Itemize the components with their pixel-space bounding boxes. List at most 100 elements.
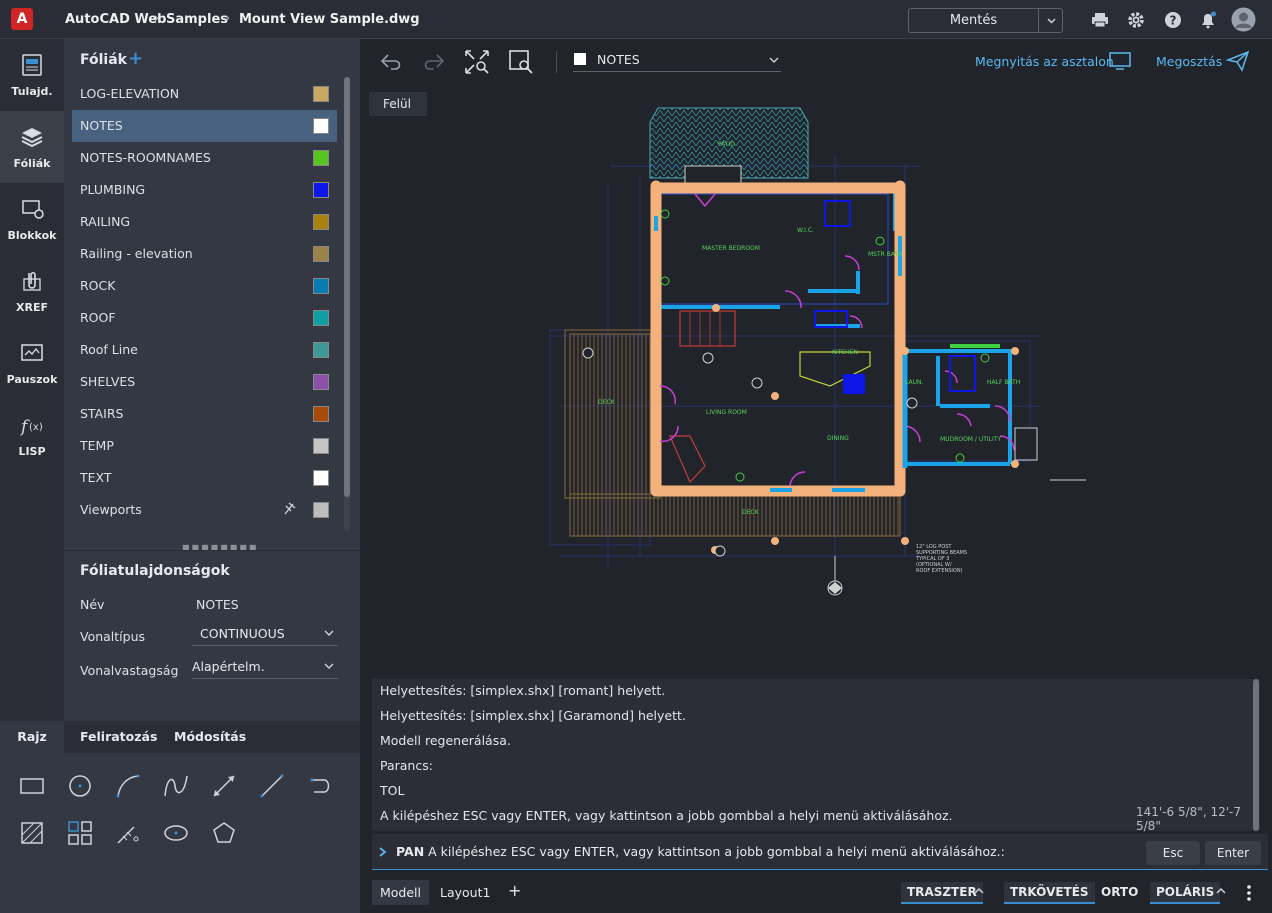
array-icon[interactable] (66, 819, 94, 847)
monitor-icon[interactable] (1109, 51, 1131, 71)
save-dropdown[interactable] (1038, 9, 1063, 32)
bell-icon[interactable] (1198, 10, 1218, 30)
drawing-canvas[interactable]: PATIO MASTER BEDROOM W.I.C. MSTR BATH KI… (360, 86, 1272, 680)
polygon-icon[interactable] (210, 819, 238, 847)
command-prompt-text: A kilépéshez ESC vagy ENTER, vagy kattin… (428, 844, 1005, 859)
layer-color-swatch[interactable] (313, 182, 329, 198)
breadcrumb-app[interactable]: AutoCAD Web (65, 12, 166, 27)
enter-button[interactable]: Enter (1205, 841, 1261, 865)
tab-layout1[interactable]: Layout1 (440, 880, 490, 905)
sidebar-item-properties[interactable]: Tulajd. (0, 39, 64, 111)
floor-plan-drawing[interactable]: PATIO MASTER BEDROOM W.I.C. MSTR BATH KI… (360, 86, 1272, 680)
add-layer-button[interactable]: + (128, 48, 143, 69)
tab-draw[interactable]: Rajz (0, 721, 64, 753)
hatch-icon[interactable] (18, 819, 46, 847)
add-layout-button[interactable]: + (508, 880, 521, 905)
scrollbar-thumb[interactable] (344, 77, 350, 497)
sidebar-item-xref[interactable]: XREF (0, 255, 64, 327)
layer-row[interactable]: ROCK (72, 270, 337, 302)
layer-row[interactable]: Viewports (72, 494, 337, 526)
command-line[interactable]: PAN A kilépéshez ESC vagy ENTER, vagy ka… (372, 834, 1268, 870)
spline-icon[interactable] (162, 772, 190, 800)
linetype-select[interactable]: CONTINUOUS (192, 622, 338, 646)
share-link[interactable]: Megosztás (1156, 54, 1222, 69)
layer-row[interactable]: STAIRS (72, 398, 337, 430)
sidebar-item-blocks[interactable]: Blokkok (0, 183, 64, 255)
history-scrollbar[interactable] (1253, 679, 1259, 831)
sidebar-item-lisp[interactable]: f (x) LISP (0, 399, 64, 471)
gear-icon[interactable] (1126, 10, 1146, 30)
layer-color-swatch[interactable] (313, 502, 329, 518)
name-value[interactable]: NOTES (196, 597, 239, 612)
ortho-toggle[interactable]: ORTO (1095, 882, 1144, 902)
layer-row[interactable]: RAILING (72, 206, 337, 238)
polar-toggle[interactable]: POLÁRIS (1150, 882, 1221, 904)
viewport-freeze-icon[interactable] (282, 502, 296, 516)
zoom-extents-icon[interactable] (464, 49, 490, 75)
more-options-icon[interactable] (1246, 884, 1252, 902)
view-label[interactable]: Felül (369, 92, 427, 116)
layer-row[interactable]: PLUMBING (72, 174, 337, 206)
circle-icon[interactable] (66, 772, 94, 800)
layer-color-swatch[interactable] (313, 438, 329, 454)
room-label: MASTER BEDROOM (702, 245, 760, 252)
line-icon[interactable] (210, 772, 238, 800)
layer-row[interactable]: NOTES (72, 110, 337, 142)
layer-color-swatch[interactable] (313, 214, 329, 230)
lineweight-select[interactable]: Alapértelm. (192, 655, 338, 679)
chevron-up-icon[interactable] (1216, 887, 1226, 895)
layer-row[interactable]: ROOF (72, 302, 337, 334)
layer-list-scrollbar[interactable] (344, 77, 350, 531)
layer-color-swatch[interactable] (313, 470, 329, 486)
polyline-icon[interactable] (258, 772, 286, 800)
layer-color-swatch[interactable] (313, 118, 329, 134)
printer-icon[interactable] (1090, 10, 1110, 30)
undo-icon[interactable] (379, 51, 403, 73)
object-tracking-toggle[interactable]: TRKÖVETÉS (1004, 882, 1095, 904)
layer-color-swatch[interactable] (313, 342, 329, 358)
dimension-icon[interactable] (114, 819, 142, 847)
raster-toggle[interactable]: TRASZTER (901, 882, 983, 904)
tab-modify[interactable]: Módosítás (174, 721, 246, 753)
chevron-up-icon[interactable] (974, 887, 984, 895)
layer-row[interactable]: NOTES-ROOMNAMES (72, 142, 337, 174)
name-label: Név (80, 597, 105, 612)
tab-model[interactable]: Modell (372, 880, 429, 905)
arc-icon[interactable] (114, 772, 142, 800)
rectangle-icon[interactable] (18, 772, 46, 800)
layer-row[interactable]: Railing - elevation (72, 238, 337, 270)
layer-color-swatch[interactable] (313, 246, 329, 262)
right-stair (1014, 427, 1038, 461)
open-desktop-link[interactable]: Megnyitás az asztalon (975, 54, 1114, 69)
linetype-label: Vonaltípus (80, 629, 146, 644)
redo-icon[interactable] (422, 51, 446, 73)
layer-color-swatch[interactable] (313, 406, 329, 422)
layer-color-swatch[interactable] (313, 374, 329, 390)
breadcrumb-folder[interactable]: Samples (166, 12, 228, 27)
room-label: DINING (827, 435, 849, 442)
layer-row[interactable]: TEXT (72, 462, 337, 494)
ellipse-icon[interactable] (162, 819, 190, 847)
layer-select[interactable]: NOTES (573, 48, 781, 72)
help-icon[interactable]: ? (1163, 10, 1183, 30)
layer-row[interactable]: SHELVES (72, 366, 337, 398)
esc-button[interactable]: Esc (1146, 841, 1200, 865)
sidebar-item-trace[interactable]: Pauszok (0, 327, 64, 399)
save-button[interactable]: Mentés (908, 8, 1063, 33)
sidebar-item-layers[interactable]: Fóliák (0, 111, 64, 183)
zoom-window-icon[interactable] (508, 49, 534, 75)
svg-text:(x): (x) (29, 422, 43, 433)
layer-color-swatch[interactable] (313, 150, 329, 166)
layer-row[interactable]: LOG-ELEVATION (72, 78, 337, 110)
layer-row[interactable]: TEMP (72, 430, 337, 462)
layer-color-swatch[interactable] (313, 310, 329, 326)
avatar[interactable] (1231, 7, 1256, 32)
layer-color-swatch[interactable] (313, 86, 329, 102)
layer-color-swatch[interactable] (313, 278, 329, 294)
tab-annotate[interactable]: Feliratozás (80, 721, 157, 753)
sidebar-item-label: XREF (16, 301, 48, 314)
ray-icon[interactable] (306, 772, 334, 800)
send-icon[interactable] (1226, 50, 1250, 72)
layer-row[interactable]: Roof Line (72, 334, 337, 366)
autocad-logo[interactable]: A (11, 8, 33, 30)
